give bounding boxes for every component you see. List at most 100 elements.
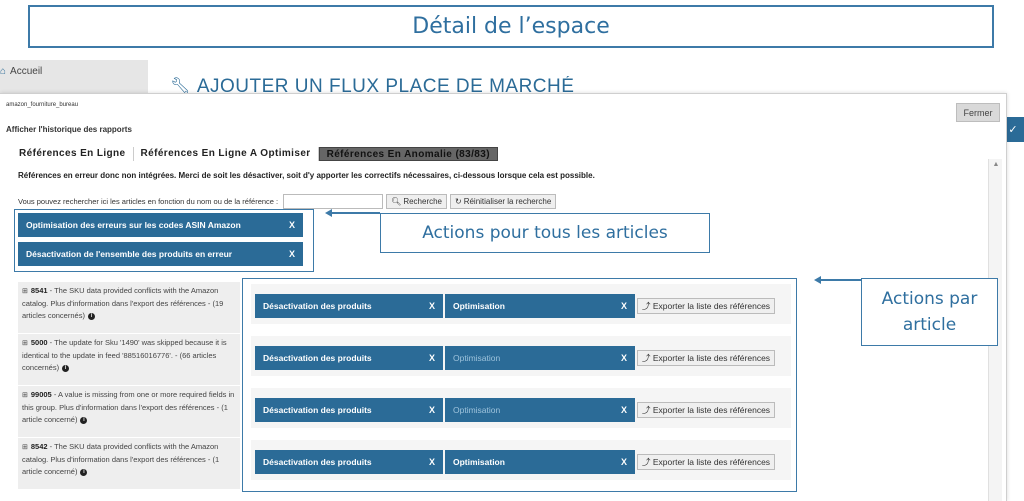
deactivate-label: Désactivation des produits [263,457,372,467]
close-icon[interactable]: X [429,353,435,363]
tab-bar: Références En Ligne Références En Ligne … [12,147,498,161]
optimize-asin-button[interactable]: Optimisation des erreurs sur les codes A… [18,213,303,237]
search-input[interactable] [283,194,384,209]
reset-button-label: Réinitialiser la recherche [463,197,552,206]
plus-square-icon[interactable]: ⊞ [22,444,28,451]
error-note: Références en erreur donc non intégrées.… [18,171,595,180]
export-icon: ⤴ [642,405,653,415]
search-button[interactable]: 🔍︎ Recherche [386,194,447,209]
global-actions-box: Optimisation des erreurs sur les codes A… [14,209,314,272]
callout-arrow-line [331,212,380,214]
history-link[interactable]: Afficher l'historique des rapports [6,125,132,134]
deactivate-all-button[interactable]: Désactivation de l'ensemble des produits… [18,242,303,266]
plus-square-icon[interactable]: ⊞ [22,340,28,347]
export-list-button[interactable]: ⤴ Exporter la liste des références [637,454,776,470]
page-heading-text: AJOUTER UN FLUX PLACE DE MARCHÉ [196,76,575,94]
close-icon[interactable]: X [621,457,627,467]
tab-to-optimize[interactable]: Références En Ligne A Optimiser [134,147,319,161]
deactivate-label: Désactivation des produits [263,405,372,415]
error-list: ⊞ 8541 - The SKU data provided conflicts … [18,282,240,490]
export-label: Exporter la liste des références [652,457,771,467]
close-button[interactable]: Fermer [956,103,1000,122]
error-code: 8541 [30,286,48,295]
export-icon: ⤴ [642,457,653,467]
info-icon[interactable]: i [87,312,95,320]
list-item: ⊞ 8542 - The SKU data provided conflicts … [18,438,240,489]
export-label: Exporter la liste des références [652,353,771,363]
deactivate-products-button[interactable]: Désactivation des produits X [255,450,443,474]
search-icon: 🔍︎ [391,197,402,206]
deactivate-all-label: Désactivation de l'ensemble des produits… [26,249,233,259]
sidebar-item-home[interactable]: ⌂ Accueil [0,66,42,77]
list-item: ⊞ 5000 - The update for Sku '1490' was sk… [18,334,240,385]
callout-arrow-head [325,209,332,217]
callout-arrow-head [814,276,821,284]
search-row: Vous pouvez rechercher ici les articles … [18,194,557,209]
export-icon: ⤴ [642,301,653,311]
optimize-button[interactable]: Optimisation X [445,450,635,474]
title-text: Détail de l’espace [412,14,610,39]
export-list-button[interactable]: ⤴ Exporter la liste des références [637,298,776,314]
info-icon[interactable]: i [62,364,70,372]
article-action-row: Désactivation des produits X Optimisatio… [255,450,776,474]
deactivate-products-button[interactable]: Désactivation des produits X [255,346,443,370]
list-item: ⊞ 99005 - A value is missing from one or … [18,386,240,437]
article-action-row: Désactivation des produits X Optimisatio… [255,398,776,422]
callout-per-article: Actions par article [861,278,998,346]
error-code: 8542 [30,442,48,451]
tab-online[interactable]: Références En Ligne [12,147,134,161]
close-icon[interactable]: X [621,405,627,415]
plus-square-icon[interactable]: ⊞ [22,392,28,399]
export-icon: ⤴ [642,353,653,363]
info-icon[interactable]: i [80,416,88,424]
info-icon[interactable]: i [80,468,88,476]
optimize-label: Optimisation [453,405,501,415]
home-icon: ⌂ [0,66,7,77]
plus-square-icon[interactable]: ⊞ [22,288,28,295]
optimize-label: Optimisation [453,457,505,467]
scroll-up-icon[interactable]: ▲ [989,161,1003,168]
deactivate-products-button[interactable]: Désactivation des produits X [255,398,443,422]
close-icon[interactable]: X [621,301,627,311]
optimize-label: Optimisation [453,301,505,311]
export-list-button[interactable]: ⤴ Exporter la liste des références [637,350,776,366]
tab-anomalies[interactable]: Références En Anomalie (83/83) [318,147,498,161]
refresh-icon: ↻ [455,197,462,206]
deactivate-label: Désactivation des produits [263,353,372,363]
callout-per-article-line1: Actions par [881,289,978,309]
list-item: ⊞ 8541 - The SKU data provided conflicts … [18,282,240,333]
close-icon[interactable]: X [429,301,435,311]
article-actions-box: Désactivation des produits X Optimisatio… [242,278,797,492]
export-list-button[interactable]: ⤴ Exporter la liste des références [637,402,776,418]
error-text: - The SKU data provided conflicts with t… [22,442,220,476]
error-code: 5000 [30,338,48,347]
close-icon[interactable]: X [429,405,435,415]
deactivate-products-button[interactable]: Désactivation des produits X [255,294,443,318]
sidebar-item-label: Accueil [10,66,43,77]
optimize-button-disabled[interactable]: Optimisation X [445,346,635,370]
callout-arrow-line [820,279,861,281]
title-banner: Détail de l’espace [28,5,994,48]
search-label: Vous pouvez rechercher ici les articles … [18,197,279,206]
reset-search-button[interactable]: ↻ Réinitialiser la recherche [450,194,557,209]
close-icon[interactable]: X [289,220,295,230]
article-action-row: Désactivation des produits X Optimisatio… [255,294,776,318]
error-text: - The SKU data provided conflicts with t… [22,286,224,320]
feed-name: amazon_fourniture_bureau [6,102,79,108]
article-action-row: Désactivation des produits X Optimisatio… [255,346,776,370]
export-label: Exporter la liste des références [652,301,771,311]
close-icon[interactable]: X [429,457,435,467]
close-icon[interactable]: X [621,353,627,363]
wrench-icon: 🔧︎ [170,78,191,94]
error-text: - The update for Sku '1490' was skipped … [22,338,227,372]
export-label: Exporter la liste des références [652,405,771,415]
check-icon: ✓ [1008,124,1018,136]
callout-all-articles-text: Actions pour tous les articles [422,223,668,243]
optimize-button[interactable]: Optimisation X [445,294,635,318]
optimize-label: Optimisation [453,353,501,363]
error-code: 99005 [30,390,52,399]
callout-all-articles: Actions pour tous les articles [380,213,710,253]
optimize-button-disabled[interactable]: Optimisation X [445,398,635,422]
close-icon[interactable]: X [289,249,295,259]
error-text: - A value is missing from one or more re… [22,390,235,424]
